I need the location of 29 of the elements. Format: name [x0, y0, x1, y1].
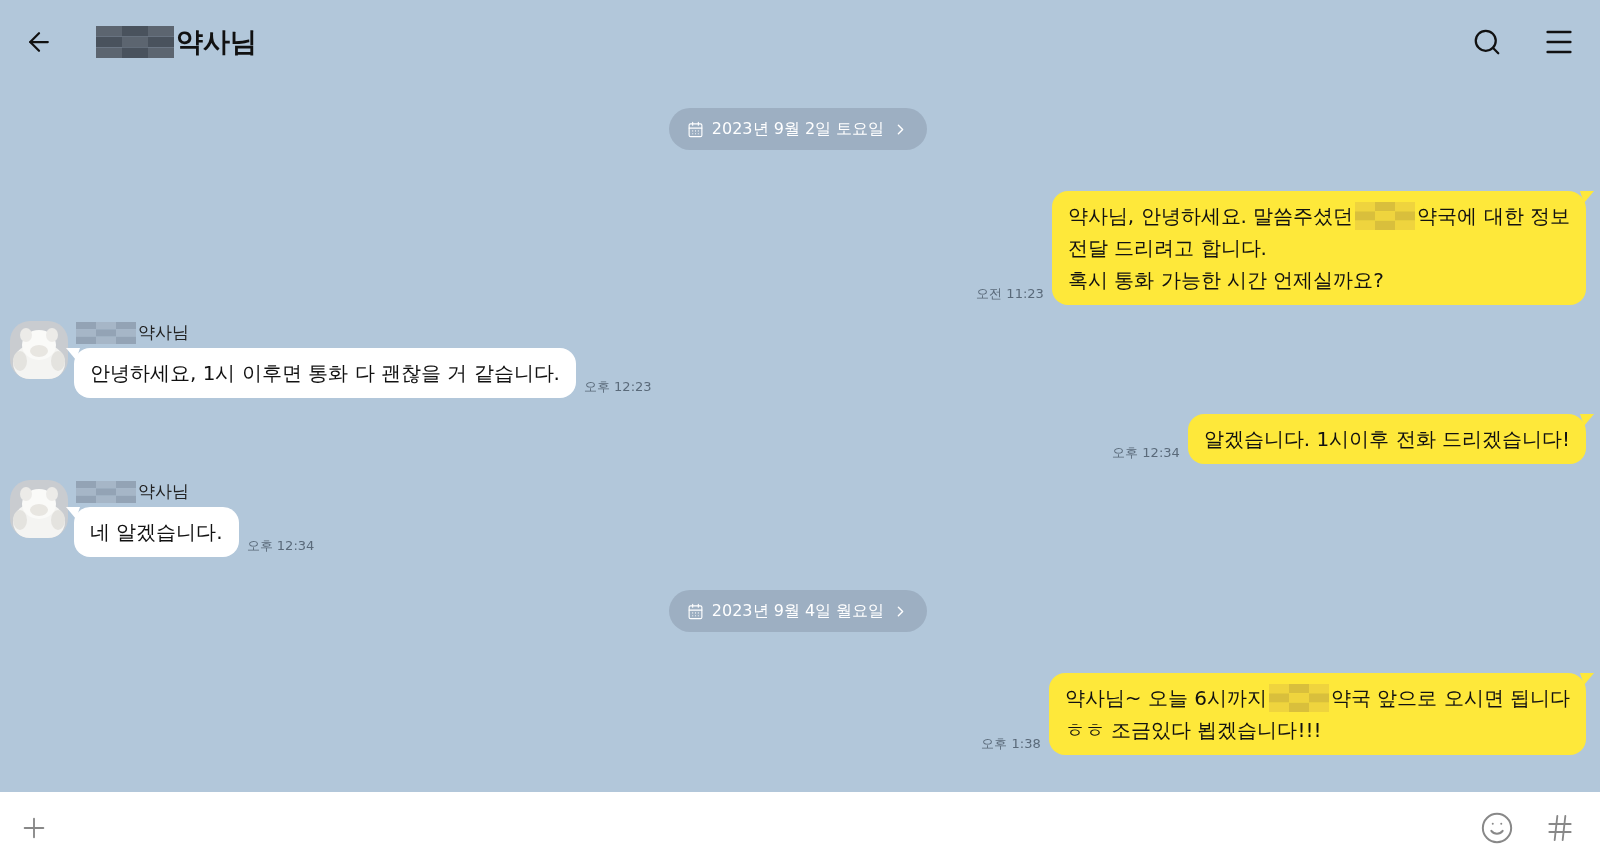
message-text: 전달 드리려고 합니다.: [1067, 235, 1267, 262]
message-text: 약국에 대한 정보: [1417, 203, 1570, 230]
message-time: 오후 12:34: [1112, 444, 1180, 462]
message-input-bar[interactable]: [0, 792, 1600, 864]
message-text: 혹시 통화 가능한 시간 언제실까요?: [1067, 267, 1384, 294]
calendar-icon: [686, 602, 704, 620]
message-time: 오전 11:23: [976, 285, 1044, 303]
message-time: 오후 1:38: [981, 735, 1041, 753]
message-time: 오후 12:23: [583, 378, 652, 396]
message-text: 안녕하세요, 1시 이후면 통화 다 괜찮을 거 같습니다.: [90, 360, 560, 387]
message-text: 약국 앞으로 오시면 됩니다: [1330, 685, 1570, 712]
pixelated-block: [1355, 202, 1416, 230]
pixelated-block: [76, 321, 136, 344]
sender-name: 약사님: [138, 321, 189, 344]
message-time: 오후 12:34: [246, 537, 315, 555]
pixelated-block: [1268, 684, 1329, 712]
emoji-button[interactable]: [1480, 811, 1514, 845]
chat-title: 약사님: [176, 25, 257, 59]
date-divider[interactable]: 2023년 9월 2일 토요일: [668, 108, 928, 150]
calendar-icon: [686, 120, 704, 138]
message-text: 약사님, 안녕하세요. 말씀주셨던: [1067, 203, 1354, 230]
message-text: ㅎㅎ 조금있다 뵙겠습니다!!!: [1064, 717, 1322, 744]
pixelated-block: [76, 480, 136, 503]
message-text: 네 알겠습니다.: [90, 519, 223, 546]
message-text: 약사님~ 오늘 6시까지: [1064, 685, 1267, 712]
message-text: 알겠습니다. 1시이후 전화 드리겠습니다!: [1203, 426, 1570, 453]
search-button[interactable]: [1472, 27, 1502, 57]
date-divider[interactable]: 2023년 9월 4일 월요일: [668, 590, 928, 632]
sender-name: 약사님: [138, 480, 189, 503]
